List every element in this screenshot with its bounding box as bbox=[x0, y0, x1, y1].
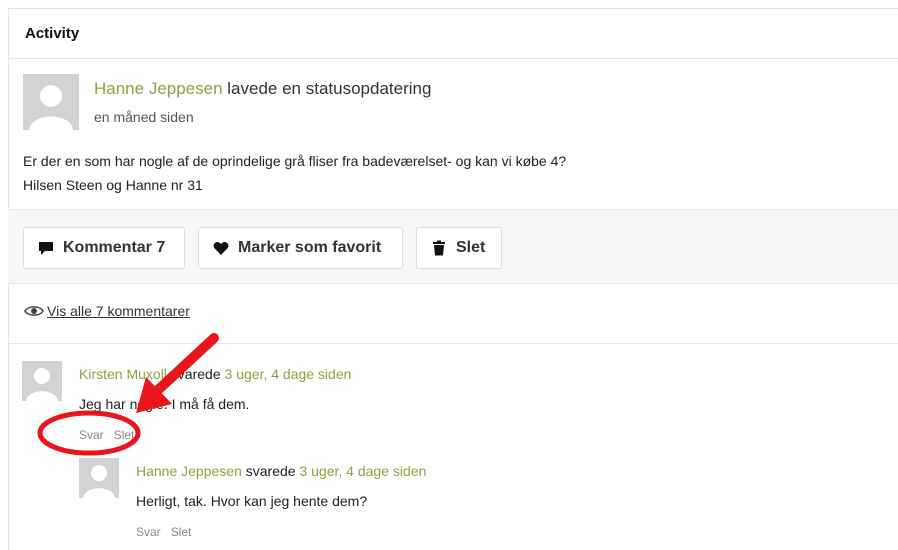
panel-header: Activity bbox=[9, 9, 898, 59]
delete-button[interactable]: Slet bbox=[416, 227, 502, 269]
delete-button-label: Slet bbox=[456, 239, 486, 256]
post-body-line: Hilsen Steen og Hanne nr 31 bbox=[23, 177, 203, 193]
status-update: Hanne Jeppesen lavede en statusopdaterin… bbox=[9, 59, 898, 209]
view-all-comments-label: Vis alle 7 kommentarer bbox=[47, 303, 190, 319]
comment-meta: Kirsten Muxoll svarede 3 uger, 4 dage si… bbox=[79, 366, 351, 382]
comment-button-label: Kommentar 7 bbox=[63, 239, 166, 256]
favorite-button-label: Marker som favorit bbox=[238, 239, 382, 256]
view-all-comments-link[interactable]: Vis alle 7 kommentarer bbox=[24, 303, 190, 319]
comment-verb: svarede bbox=[241, 463, 300, 479]
default-avatar-icon bbox=[79, 458, 119, 498]
panel-title: Activity bbox=[25, 25, 80, 42]
comment-time-link[interactable]: 3 uger, 4 dage siden bbox=[225, 366, 352, 382]
reply-link[interactable]: Svar bbox=[136, 525, 161, 539]
post-headline: Hanne Jeppesen lavede en statusopdaterin… bbox=[94, 79, 431, 99]
comment-links: Svar Slet bbox=[79, 428, 144, 442]
trash-icon bbox=[433, 240, 445, 256]
heart-icon bbox=[213, 242, 229, 255]
reply-link[interactable]: Svar bbox=[79, 428, 104, 442]
comment-links: Svar Slet bbox=[136, 525, 201, 539]
delete-comment-link[interactable]: Slet bbox=[114, 428, 135, 442]
comment-meta: Hanne Jeppesen svarede 3 uger, 4 dage si… bbox=[136, 463, 426, 479]
comment-verb: svarede bbox=[166, 366, 225, 382]
favorite-button[interactable]: Marker som favorit bbox=[198, 227, 403, 269]
default-avatar-icon bbox=[23, 74, 79, 130]
post-timestamp: en måned siden bbox=[94, 109, 194, 125]
comment-text: Jeg har nogle. I må få dem. bbox=[79, 396, 250, 412]
post-author-link[interactable]: Hanne Jeppesen bbox=[94, 79, 223, 98]
comment-author-avatar[interactable] bbox=[79, 458, 119, 498]
post-action-text: lavede en statusopdatering bbox=[227, 79, 432, 98]
comment-author-link[interactable]: Kirsten Muxoll bbox=[79, 366, 167, 382]
comment-text: Herligt, tak. Hvor kan jeg hente dem? bbox=[136, 493, 368, 509]
eye-icon bbox=[24, 306, 44, 316]
default-avatar-icon bbox=[22, 361, 62, 401]
speech-bubble-icon bbox=[39, 242, 53, 255]
post-author-avatar[interactable] bbox=[23, 74, 79, 130]
comment-author-link[interactable]: Hanne Jeppesen bbox=[136, 463, 242, 479]
comment-time-link[interactable]: 3 uger, 4 dage siden bbox=[299, 463, 426, 479]
post-body: Er der en som har nogle af de oprindelig… bbox=[23, 149, 566, 197]
post-body-line: Er der en som har nogle af de oprindelig… bbox=[23, 153, 567, 169]
delete-comment-link[interactable]: Slet bbox=[171, 525, 192, 539]
comment-author-avatar[interactable] bbox=[22, 361, 62, 401]
comment-button[interactable]: Kommentar 7 bbox=[23, 227, 185, 269]
comments-divider bbox=[8, 343, 898, 344]
post-actions-bar: Kommentar 7 Marker som favorit Slet bbox=[8, 209, 898, 284]
